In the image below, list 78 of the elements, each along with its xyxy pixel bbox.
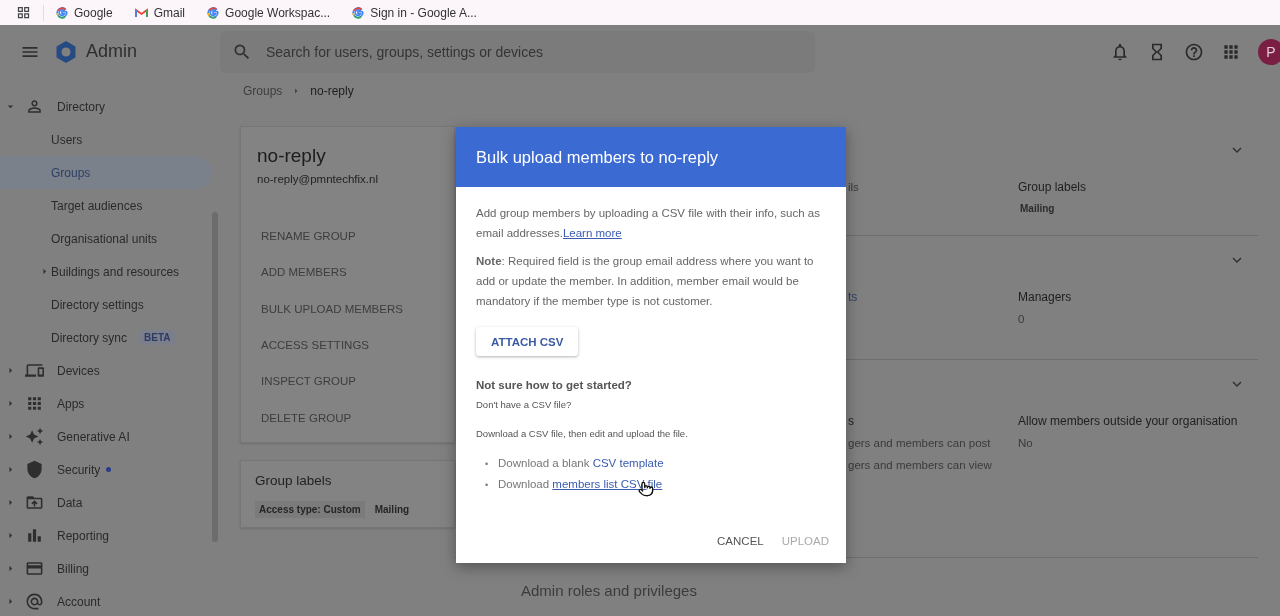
section-heading: Admin roles and privileges [521, 582, 698, 599]
sidebar-item[interactable]: Reporting [0, 519, 212, 552]
sparkle-icon [24, 427, 44, 446]
field-link[interactable]: ts [848, 286, 858, 308]
field-value: No [1018, 436, 1034, 451]
gmail-logo-icon [134, 7, 148, 18]
dialog-button[interactable]: CANCEL [712, 529, 769, 553]
sidebar-item[interactable]: Directory settings [0, 288, 212, 321]
google-logo-icon [56, 6, 68, 19]
download-text: Download [498, 478, 551, 490]
action-link[interactable]: BULK UPLOAD MEMBERS [257, 290, 438, 327]
sidebar-item[interactable]: Groups [0, 156, 212, 189]
sidebar-item[interactable]: Buildings and resources [0, 255, 212, 288]
learn-more-link[interactable]: Learn more [562, 227, 622, 239]
help-icon[interactable] [1184, 41, 1204, 62]
field-value: 0 [1018, 312, 1026, 327]
sidebar-item[interactable]: Billing [0, 552, 212, 585]
bullet: • [485, 479, 490, 492]
label-text: Mailing [1019, 202, 1056, 216]
bookmark[interactable]: Google [56, 5, 113, 20]
note-text: Note: Required field is the group email address where you want to add or update the member. In addition, member email would be mandatory if the member type is not customer. [476, 254, 815, 309]
intro-text: Add group members by uploading a CSV file with their info, such as email addresses.Learn more [476, 206, 821, 241]
google-logo-icon [207, 6, 220, 19]
action-link[interactable]: ADD MEMBERS [257, 254, 438, 291]
bullet: • [485, 458, 490, 471]
sidebar-item[interactable]: Organisational units [0, 222, 212, 255]
field-label: Managers [1018, 289, 1073, 306]
help-question: Don't have a CSV file? [476, 399, 573, 410]
bell-icon[interactable] [1110, 41, 1130, 62]
action-link[interactable]: ACCESS SETTINGS [257, 326, 438, 364]
card-title: Group labels [255, 473, 333, 488]
download-text: Download a blank [498, 457, 591, 469]
product-name: Admin [86, 41, 138, 62]
bookmark[interactable]: Google Workspac... [207, 5, 331, 20]
at-sign-icon [24, 592, 44, 611]
field-label: s [848, 413, 854, 430]
beta-badge: BETA [140, 330, 175, 345]
search-bar[interactable]: Search for users, groups, settings or devices [220, 30, 815, 73]
action-link[interactable]: DELETE GROUP [257, 399, 438, 436]
admin-logo-icon [54, 39, 78, 64]
sidebar-item[interactable]: Directory [0, 90, 212, 123]
devices-icon [24, 361, 44, 380]
field-value: gers and members can post [848, 436, 991, 451]
bookmark[interactable]: Gmail [134, 5, 186, 20]
sidebar-item[interactable]: Data [0, 486, 212, 519]
group-name: no-reply [257, 145, 327, 167]
label-text: Mailing [373, 503, 411, 517]
bookmark[interactable]: Sign in - Google A... [352, 5, 477, 20]
action-link[interactable]: INSPECT GROUP [257, 363, 438, 400]
sidebar-item[interactable]: Directory sync BETA [0, 321, 212, 354]
attach-csv-button[interactable]: ATTACH CSV [476, 327, 579, 356]
avatar[interactable]: P [1258, 38, 1280, 65]
sidebar-item[interactable]: Security [0, 453, 212, 486]
help-heading: Not sure how to get started? [476, 379, 633, 391]
credit-card-icon [24, 559, 44, 578]
breadcrumb-current: no-reply [310, 84, 354, 98]
sidebar-item[interactable]: Apps [0, 387, 212, 420]
label-text: Access type: Custom [255, 501, 365, 518]
breadcrumb-link[interactable]: Groups [243, 84, 283, 98]
field-label: Group labels [1018, 179, 1088, 196]
group-email: no-reply@pmntechfix.nl [257, 173, 379, 185]
folder-icon [24, 493, 44, 512]
apps-grid-icon[interactable] [16, 5, 31, 20]
action-link[interactable]: RENAME GROUP [257, 218, 438, 255]
google-logo-icon [352, 6, 365, 19]
field-label: Allow members outside your organisation [1018, 413, 1239, 430]
search-input[interactable]: Search for users, groups, settings or devices [264, 42, 815, 61]
help-text: Download a CSV file, then edit and upload the file. [476, 428, 689, 439]
sidebar-item[interactable]: Generative AI [0, 420, 212, 453]
dialog-title: Bulk upload members to no-reply [476, 147, 719, 167]
field-value: gers and members can view [848, 458, 992, 473]
sidebar-item[interactable]: Devices [0, 354, 212, 387]
sidebar-item[interactable]: Users [0, 123, 212, 156]
download-link[interactable]: CSV template [592, 457, 664, 469]
field-value: ils [848, 180, 859, 195]
sidebar-item[interactable]: Target audiences [0, 189, 212, 222]
sidebar-item[interactable]: Account [0, 585, 212, 616]
shield-icon [24, 460, 44, 479]
